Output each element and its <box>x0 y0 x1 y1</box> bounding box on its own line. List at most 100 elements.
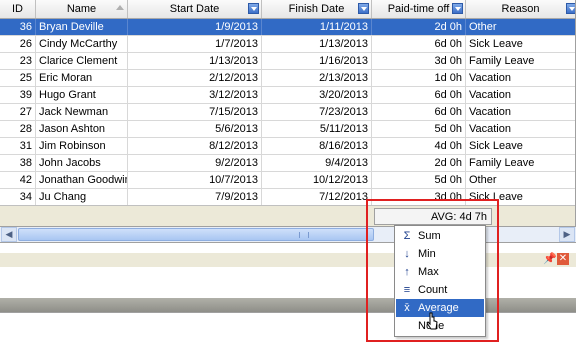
cell-start[interactable]: 8/12/2013 <box>128 138 262 154</box>
column-header-label: Finish Date <box>288 3 345 15</box>
cell-pto[interactable]: 6d 0h <box>372 36 466 52</box>
cell-start[interactable]: 10/7/2013 <box>128 172 262 188</box>
column-header-label: Name <box>66 3 97 15</box>
column-header-label: Start Date <box>169 3 220 15</box>
cell-start[interactable]: 7/9/2013 <box>128 189 262 205</box>
cell-id[interactable]: 25 <box>0 70 36 86</box>
filter-dropdown-icon[interactable] <box>566 3 575 14</box>
cell-pto[interactable]: 6d 0h <box>372 87 466 103</box>
column-header-paid-time-off[interactable]: Paid-time off <box>372 0 466 18</box>
cell-name[interactable]: Jason Ashton <box>36 121 128 137</box>
cell-id[interactable]: 39 <box>0 87 36 103</box>
cell-pto[interactable]: 5d 0h <box>372 172 466 188</box>
cell-reason[interactable]: Vacation <box>466 121 575 137</box>
cell-id[interactable]: 36 <box>0 19 36 35</box>
cell-name[interactable]: Clarice Clement <box>36 53 128 69</box>
cell-finish[interactable]: 1/11/2013 <box>262 19 372 35</box>
filter-dropdown-icon[interactable] <box>452 3 463 14</box>
cell-start[interactable]: 2/12/2013 <box>128 70 262 86</box>
cell-reason[interactable]: Sick Leave <box>466 138 575 154</box>
cell-finish[interactable]: 9/4/2013 <box>262 155 372 171</box>
cell-start[interactable]: 7/15/2013 <box>128 104 262 120</box>
cell-name[interactable]: Cindy McCarthy <box>36 36 128 52</box>
cell-finish[interactable]: 8/16/2013 <box>262 138 372 154</box>
cell-finish[interactable]: 3/20/2013 <box>262 87 372 103</box>
cell-id[interactable]: 23 <box>0 53 36 69</box>
cell-reason[interactable]: Vacation <box>466 87 575 103</box>
table-row[interactable]: 25 Eric Moran 2/12/2013 2/13/2013 1d 0h Vacat… <box>0 70 575 87</box>
cell-name[interactable]: Ju Chang <box>36 189 128 205</box>
column-header-start-date[interactable]: Start Date <box>128 0 262 18</box>
column-header-id[interactable]: ID <box>0 0 36 18</box>
cell-name[interactable]: John Jacobs <box>36 155 128 171</box>
cell-start[interactable]: 1/9/2013 <box>128 19 262 35</box>
cell-id[interactable]: 27 <box>0 104 36 120</box>
cell-reason[interactable]: Family Leave <box>466 53 575 69</box>
cell-pto[interactable]: 6d 0h <box>372 104 466 120</box>
table-row[interactable]: 39 Hugo Grant 3/12/2013 3/20/2013 6d 0h Vacat… <box>0 87 575 104</box>
table-row[interactable]: 28 Jason Ashton 5/6/2013 5/11/2013 5d 0h Vaca… <box>0 121 575 138</box>
cell-finish[interactable]: 1/13/2013 <box>262 36 372 52</box>
column-header-label: ID <box>12 3 23 15</box>
pin-icon[interactable]: 📌 <box>543 253 557 265</box>
cell-reason[interactable]: Vacation <box>466 104 575 120</box>
scroll-right-button[interactable]: ▶ <box>559 227 575 242</box>
cell-id[interactable]: 34 <box>0 189 36 205</box>
table-row[interactable]: 36 Bryan Deville 1/9/2013 1/11/2013 2d 0h Oth… <box>0 19 575 36</box>
table-row[interactable]: 42 Jonathan Goodwin 10/7/2013 10/12/2013 5d … <box>0 172 575 189</box>
cell-start[interactable]: 1/13/2013 <box>128 53 262 69</box>
table-row[interactable]: 31 Jim Robinson 8/12/2013 8/16/2013 4d 0h Sic… <box>0 138 575 155</box>
cell-name[interactable]: Jonathan Goodwin <box>36 172 128 188</box>
cell-pto[interactable]: 5d 0h <box>372 121 466 137</box>
cell-finish[interactable]: 2/13/2013 <box>262 70 372 86</box>
cell-id[interactable]: 28 <box>0 121 36 137</box>
cell-name[interactable]: Jack Newman <box>36 104 128 120</box>
cell-start[interactable]: 1/7/2013 <box>128 36 262 52</box>
cell-reason[interactable]: Other <box>466 172 575 188</box>
cell-pto[interactable]: 3d 0h <box>372 53 466 69</box>
column-header-reason[interactable]: Reason <box>466 0 575 18</box>
cell-start[interactable]: 5/6/2013 <box>128 121 262 137</box>
grid-header: ID Name Start Date Finish Date Paid-time… <box>0 0 575 19</box>
cell-name[interactable]: Jim Robinson <box>36 138 128 154</box>
filter-dropdown-icon[interactable] <box>248 3 259 14</box>
mouse-cursor-icon <box>426 312 438 330</box>
close-icon[interactable]: ✕ <box>557 253 569 265</box>
scrollbar-grip-icon <box>299 232 309 238</box>
column-header-name[interactable]: Name <box>36 0 128 18</box>
table-row[interactable]: 26 Cindy McCarthy 1/7/2013 1/13/2013 6d 0h Si… <box>0 36 575 53</box>
filter-dropdown-icon[interactable] <box>358 3 369 14</box>
cell-name[interactable]: Bryan Deville <box>36 19 128 35</box>
cell-pto[interactable]: 2d 0h <box>372 19 466 35</box>
cell-finish[interactable]: 10/12/2013 <box>262 172 372 188</box>
cell-reason[interactable]: Sick Leave <box>466 36 575 52</box>
cell-finish[interactable]: 5/11/2013 <box>262 121 372 137</box>
sort-arrow-icon <box>116 5 124 10</box>
column-header-label: Reason <box>501 3 540 15</box>
cell-id[interactable]: 38 <box>0 155 36 171</box>
table-row[interactable]: 23 Clarice Clement 1/13/2013 1/16/2013 3d 0h… <box>0 53 575 70</box>
column-header-finish-date[interactable]: Finish Date <box>262 0 372 18</box>
cell-start[interactable]: 3/12/2013 <box>128 87 262 103</box>
cell-finish[interactable]: 7/12/2013 <box>262 189 372 205</box>
table-row[interactable]: 38 John Jacobs 9/2/2013 9/4/2013 2d 0h Family… <box>0 155 575 172</box>
cell-id[interactable]: 26 <box>0 36 36 52</box>
cell-start[interactable]: 9/2/2013 <box>128 155 262 171</box>
cell-pto[interactable]: 2d 0h <box>372 155 466 171</box>
cell-finish[interactable]: 7/23/2013 <box>262 104 372 120</box>
column-header-label: Paid-time off <box>387 3 450 15</box>
data-grid[interactable]: ID Name Start Date Finish Date Paid-time… <box>0 0 576 227</box>
cell-pto[interactable]: 1d 0h <box>372 70 466 86</box>
cell-id[interactable]: 42 <box>0 172 36 188</box>
table-row[interactable]: 27 Jack Newman 7/15/2013 7/23/2013 6d 0h Vaca… <box>0 104 575 121</box>
cell-reason[interactable]: Vacation <box>466 70 575 86</box>
scroll-left-button[interactable]: ◀ <box>1 227 17 242</box>
cell-id[interactable]: 31 <box>0 138 36 154</box>
scrollbar-thumb[interactable] <box>18 228 374 241</box>
cell-reason[interactable]: Other <box>466 19 575 35</box>
cell-finish[interactable]: 1/16/2013 <box>262 53 372 69</box>
cell-name[interactable]: Hugo Grant <box>36 87 128 103</box>
cell-name[interactable]: Eric Moran <box>36 70 128 86</box>
cell-pto[interactable]: 4d 0h <box>372 138 466 154</box>
cell-reason[interactable]: Family Leave <box>466 155 575 171</box>
